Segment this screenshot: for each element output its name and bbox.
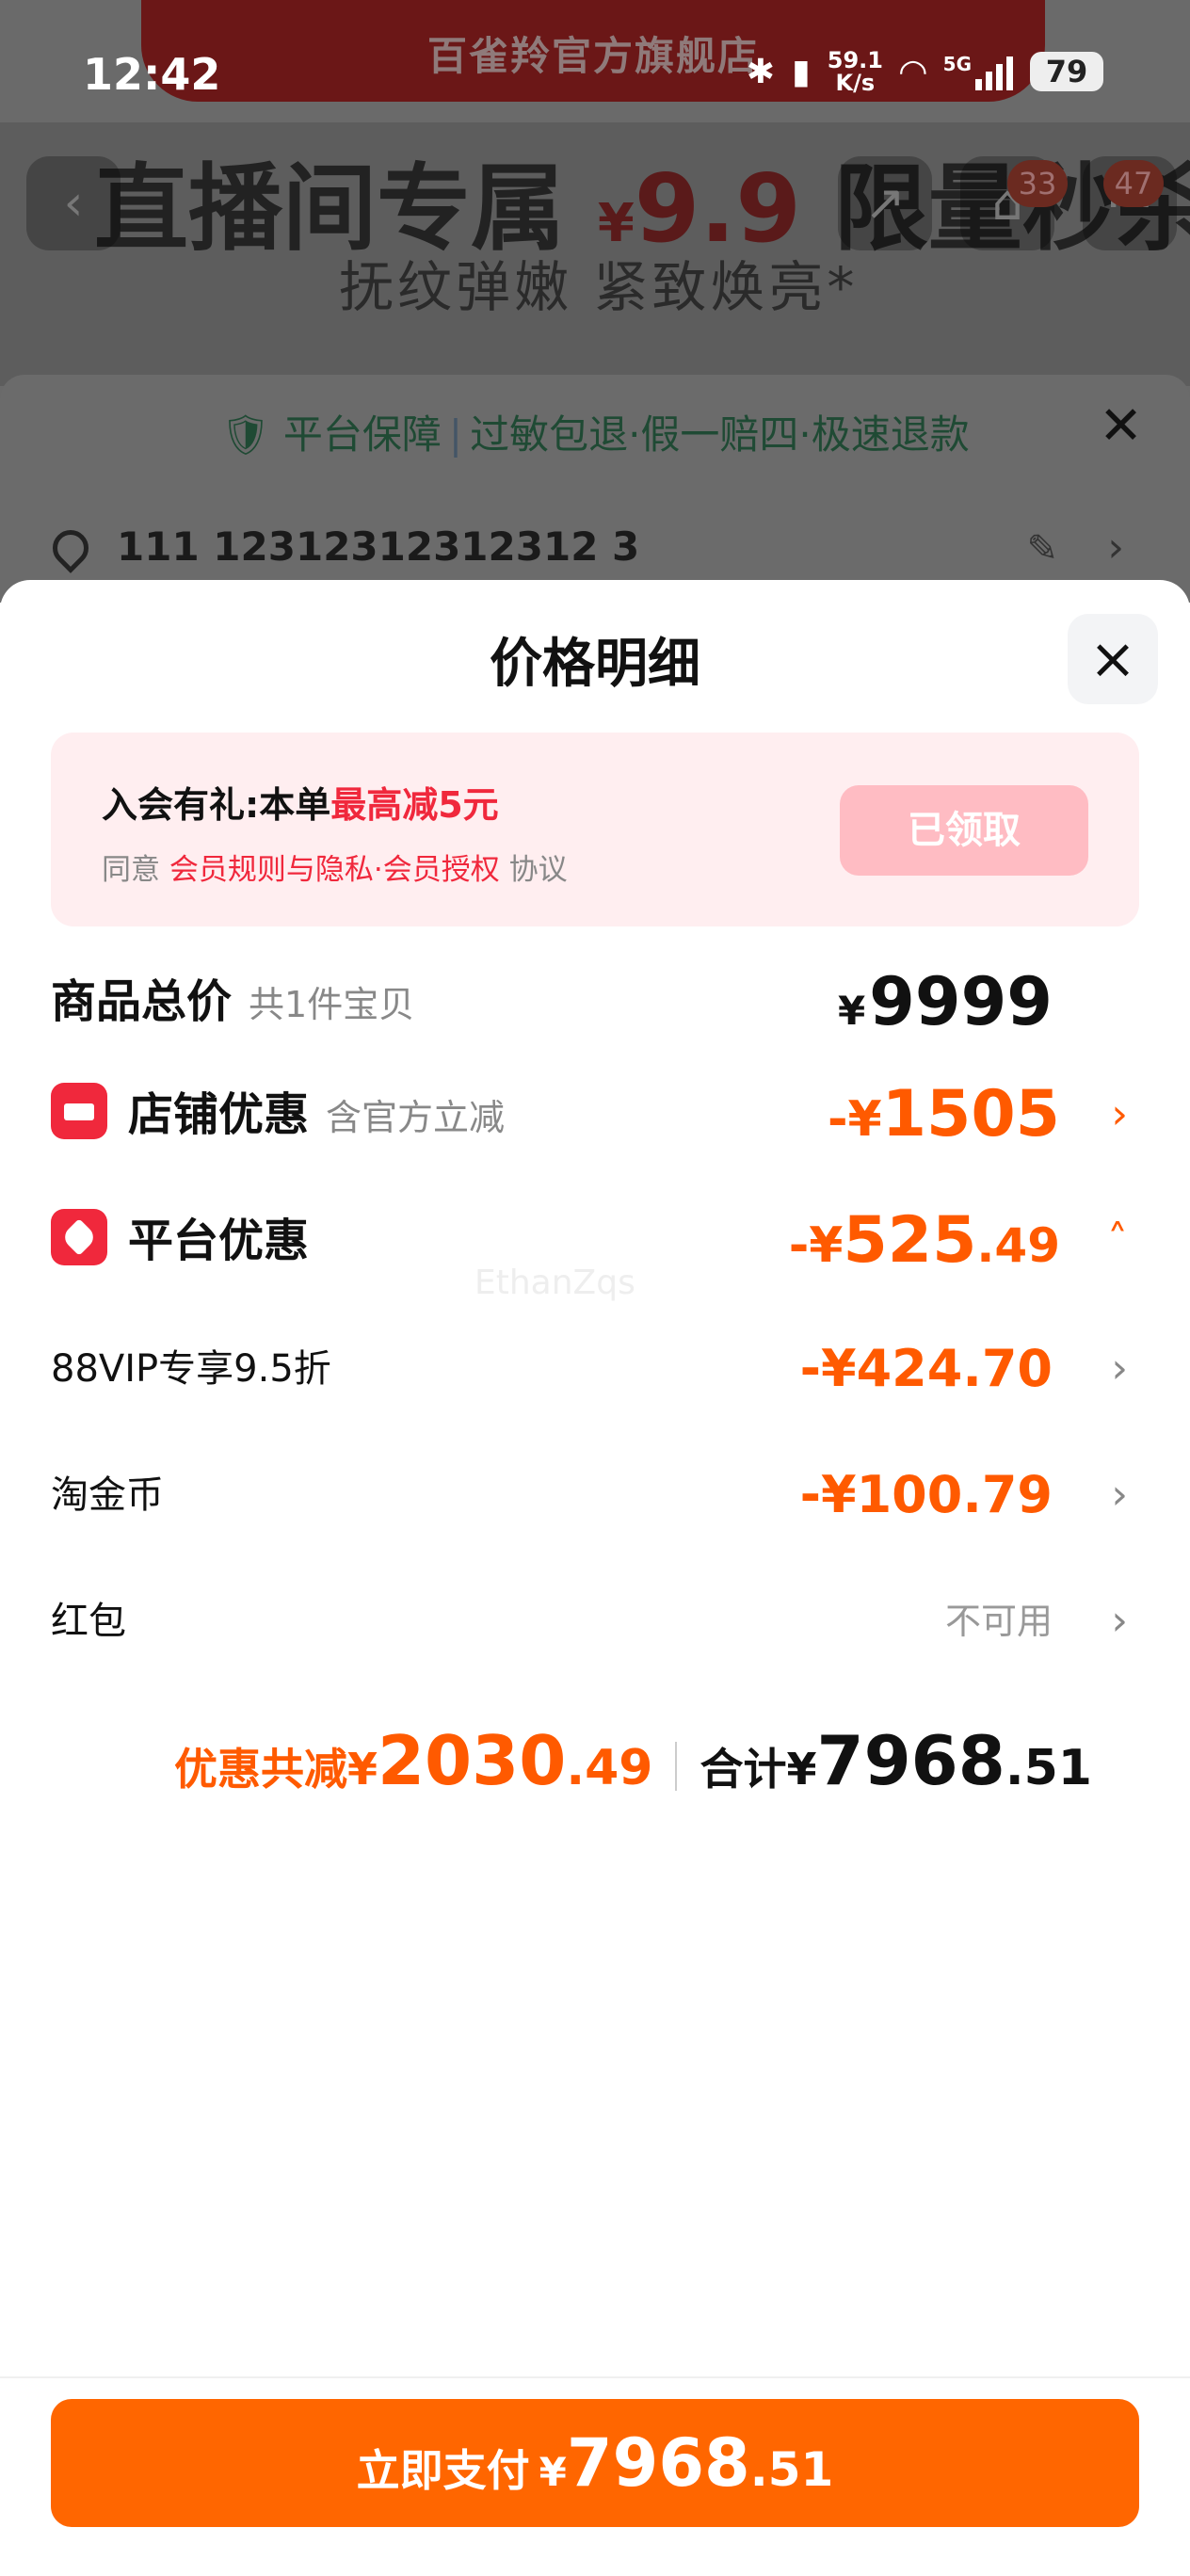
red-packet-label: 红包	[51, 1600, 126, 1643]
chevron-right-icon: ›	[1111, 1090, 1128, 1138]
vip-discount-value: -¥424.70	[799, 1339, 1053, 1398]
shop-icon	[51, 1083, 107, 1139]
claimed-button[interactable]: 已领取	[840, 785, 1088, 876]
coin-discount-value: -¥100.79	[799, 1465, 1053, 1524]
guarantee-title: 平台保障	[282, 411, 442, 458]
currency: ¥	[539, 2449, 567, 2495]
shop-discount-title: 店铺优惠	[128, 1088, 310, 1141]
chevron-right-icon: ›	[1111, 1597, 1128, 1645]
agree-prefix: 同意	[102, 853, 160, 887]
status-time: 12:42	[83, 49, 221, 100]
red-packet-row[interactable]: 红包 不可用 ›	[51, 1576, 1139, 1666]
network-type: 5G	[942, 53, 972, 75]
status-bar: 12:42 ✱ ▮ 59.1 K/s ◠ 5G 79	[0, 0, 1190, 141]
network-speed: 59.1 K/s	[828, 49, 883, 94]
sum-dec: .51	[1005, 1740, 1092, 1796]
member-title-highlight: 最高减5元	[330, 784, 499, 826]
share-icon[interactable]: ↗	[838, 156, 932, 250]
platform-discount-dec: .49	[976, 1218, 1060, 1273]
platform-discount-label: 平台优惠	[51, 1196, 309, 1286]
sheet-title: 价格明细	[490, 634, 700, 695]
currency: ¥	[847, 1091, 882, 1148]
discount-total-label: 优惠共减¥	[173, 1744, 378, 1795]
coin-discount-label: 淘金币	[51, 1473, 164, 1517]
goods-total-row: 商品总价 共1件宝贝 ¥9999	[51, 957, 1139, 1047]
watermark: EthanZqs	[474, 1264, 635, 1302]
shop-discount-sub: 含官方立减	[326, 1097, 506, 1138]
chevron-up-icon: ˄	[1107, 1216, 1128, 1264]
platform-discount-title: 平台优惠	[128, 1215, 310, 1267]
discount-total-dec: .49	[566, 1740, 653, 1796]
platform-guarantee: 🛡 平台保障 | 过敏包退·假一赔四·极速退款	[220, 411, 970, 458]
vip-discount-row[interactable]: 88VIP专享9.5折 -¥424.70 ›	[51, 1324, 1139, 1414]
background-close-icon[interactable]: ✕	[1099, 395, 1143, 457]
signal-icon: 5G	[943, 53, 1013, 90]
goods-total-value: ¥9999	[838, 957, 1053, 1056]
status-icons: ✱ ▮ 59.1 K/s ◠ 5G 79	[747, 49, 1103, 94]
goods-count: 共1件宝贝	[249, 984, 415, 1025]
close-icon: ×	[1088, 626, 1137, 692]
back-icon[interactable]: ‹	[26, 156, 121, 250]
shop-discount-amount: 1505	[881, 1077, 1060, 1151]
speed-unit: K/s	[835, 70, 876, 96]
shop-discount-label: 店铺优惠 含官方立减	[51, 1070, 505, 1163]
price-detail-sheet: 价格明细 × 入会有礼:本单最高减5元 同意 会员规则与隐私·会员授权 协议 已…	[0, 580, 1190, 2576]
shield-check-icon: 🛡	[220, 411, 271, 458]
battery-icon: 79	[1030, 52, 1103, 91]
chevron-right-icon: ›	[1111, 1344, 1128, 1393]
platform-discount-int: 525	[843, 1203, 977, 1278]
agree-suffix: 协议	[508, 853, 568, 887]
sum-int: 7968	[816, 1721, 1005, 1800]
shop-discount-value: -¥1505	[828, 1070, 1060, 1165]
member-rules-link[interactable]: 会员规则与隐私·会员授权	[169, 853, 500, 887]
pay-label: 立即支付	[356, 2445, 530, 2496]
bluetooth-icon: ✱	[746, 52, 775, 91]
member-title: 入会有礼:本单最高减5元	[102, 776, 499, 828]
coin-discount-row[interactable]: 淘金币 -¥100.79 ›	[51, 1450, 1139, 1540]
guarantee-items: 过敏包退·假一赔四·极速退款	[470, 411, 970, 458]
currency: ¥	[809, 1217, 844, 1274]
shop-discount-row[interactable]: 店铺优惠 含官方立减 -¥1505 ›	[51, 1070, 1139, 1160]
totals-summary: 优惠共减¥ 2030 .49 合计¥ 7968 .51	[174, 1721, 1092, 1811]
pay-now-button[interactable]: 立即支付 ¥7968.51	[51, 2399, 1139, 2527]
address-row[interactable]: 111 12312312312312 3	[45, 523, 640, 573]
goods-total-title: 商品总价	[51, 975, 233, 1028]
goods-total-amount: 9999	[869, 963, 1053, 1040]
close-button[interactable]: ×	[1068, 614, 1158, 704]
chevron-right-icon: ›	[1111, 1471, 1128, 1519]
member-gift-card: 入会有礼:本单最高减5元 同意 会员规则与隐私·会员授权 协议 已领取	[51, 733, 1139, 926]
minus-sign: -	[788, 1217, 810, 1274]
discount-total-int: 2030	[377, 1721, 567, 1800]
address-text: 111 12312312312312 3	[117, 523, 640, 570]
currency: ¥	[837, 988, 866, 1034]
chevron-right-icon: ›	[1107, 523, 1124, 572]
divider	[675, 1742, 678, 1791]
platform-discount-value: -¥525.49	[789, 1196, 1060, 1291]
minus-sign: -	[827, 1091, 848, 1148]
red-packet-value: 不可用	[944, 1601, 1053, 1642]
wifi-icon: ◠	[899, 52, 926, 91]
tag-icon	[51, 1209, 107, 1265]
bottom-divider	[0, 2376, 1190, 2378]
message-badge: 47	[1103, 160, 1164, 207]
cart-badge: 33	[1007, 160, 1068, 207]
goods-total-label: 商品总价 共1件宝贝	[51, 957, 414, 1050]
edit-icon[interactable]: ✎	[1026, 527, 1058, 571]
member-agreement: 同意 会员规则与隐私·会员授权 协议	[102, 845, 568, 888]
vip-discount-label: 88VIP专享9.5折	[51, 1347, 331, 1391]
pay-amount-dec: .51	[749, 2442, 834, 2497]
member-title-prefix: 入会有礼:本单	[102, 784, 331, 826]
location-pin-icon	[45, 523, 96, 573]
vibrate-icon: ▮	[791, 52, 811, 91]
sum-label: 合计¥	[700, 1744, 817, 1795]
pay-amount-int: 7968	[566, 2424, 750, 2502]
hero-subtitle: 抚纹弹嫩 紧致焕亮*	[339, 255, 859, 319]
